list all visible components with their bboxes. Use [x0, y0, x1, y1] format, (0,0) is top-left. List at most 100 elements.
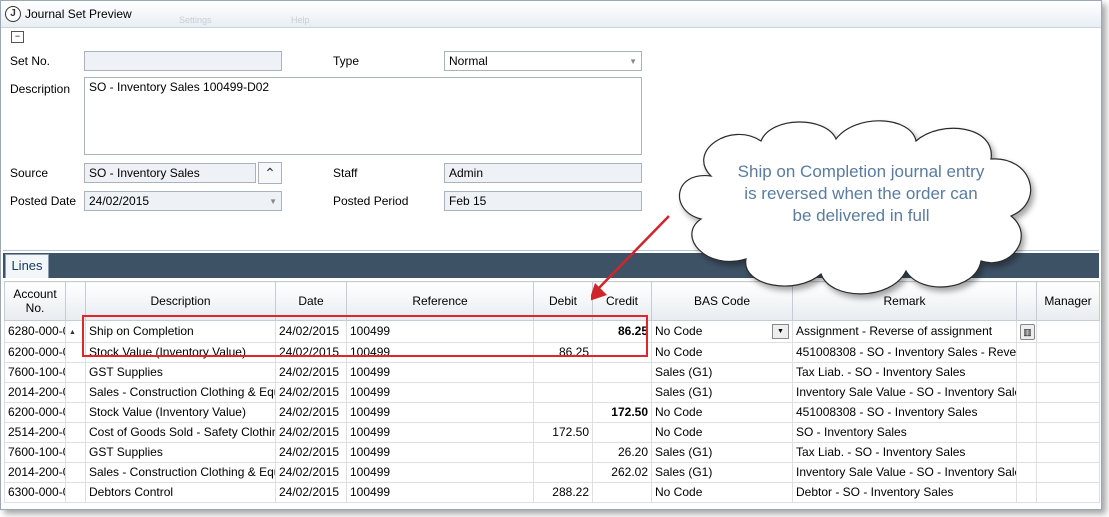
debit-cell[interactable]: [533, 362, 593, 383]
remark-cell[interactable]: 451008308 - SO - Inventory Sales - Rever…: [792, 342, 1017, 363]
credit-cell[interactable]: [592, 422, 652, 443]
table-row[interactable]: 6300-000-00 Debtors Control 24/02/2015 1004…: [4, 482, 1100, 503]
reference-cell[interactable]: 100499: [346, 382, 534, 403]
minus-box-icon[interactable]: −: [11, 31, 24, 43]
remark-cell[interactable]: Assignment - Reverse of assignment: [792, 320, 1017, 343]
row-indicator-cell[interactable]: [65, 462, 86, 483]
table-row[interactable]: 2014-200-00 Sales - Construction Clothing…: [4, 382, 1100, 403]
reference-cell[interactable]: 100499: [346, 422, 534, 443]
row-indicator-cell[interactable]: [65, 482, 86, 503]
credit-cell[interactable]: 172.50: [592, 402, 652, 423]
remark-cell[interactable]: Inventory Sale Value - SO - Inventory Sa…: [792, 462, 1017, 483]
reference-cell[interactable]: 100499: [346, 362, 534, 383]
credit-cell[interactable]: [592, 362, 652, 383]
col-account-no[interactable]: Account No.: [4, 281, 66, 321]
credit-cell[interactable]: [592, 482, 652, 503]
bas-code-cell[interactable]: No Code ▼: [651, 320, 793, 343]
action-cell[interactable]: [1016, 382, 1037, 403]
debit-cell[interactable]: 172.50: [533, 422, 593, 443]
debit-cell[interactable]: [533, 442, 593, 463]
manager-cell[interactable]: [1036, 482, 1100, 503]
table-row[interactable]: 6200-000-00 Stock Value (Inventory Value)…: [4, 402, 1100, 423]
account-cell[interactable]: 6200-000-00: [4, 402, 66, 423]
date-cell[interactable]: 24/02/2015: [275, 422, 347, 443]
description-textarea[interactable]: SO - Inventory Sales 100499-D02: [84, 77, 642, 155]
manager-cell[interactable]: [1036, 320, 1100, 343]
manager-cell[interactable]: [1036, 342, 1100, 363]
table-row[interactable]: 2514-200-00 Cost of Goods Sold - Safety C…: [4, 422, 1100, 443]
credit-cell[interactable]: 26.20: [592, 442, 652, 463]
description-cell[interactable]: GST Supplies: [85, 362, 276, 383]
bas-code-cell[interactable]: Sales (G1): [651, 442, 793, 463]
manager-cell[interactable]: [1036, 382, 1100, 403]
bas-code-cell[interactable]: Sales (G1): [651, 462, 793, 483]
reference-cell[interactable]: 100499: [346, 402, 534, 423]
date-cell[interactable]: 24/02/2015: [275, 482, 347, 503]
description-cell[interactable]: Sales - Construction Clothing & Equipme: [85, 462, 276, 483]
row-indicator-cell[interactable]: [65, 382, 86, 403]
action-cell[interactable]: [1016, 342, 1037, 363]
bas-code-cell[interactable]: Sales (G1): [651, 382, 793, 403]
date-cell[interactable]: 24/02/2015: [275, 402, 347, 423]
manager-cell[interactable]: [1036, 462, 1100, 483]
manager-cell[interactable]: [1036, 442, 1100, 463]
description-cell[interactable]: Sales - Construction Clothing & Equipme: [85, 382, 276, 403]
bas-code-cell[interactable]: Sales (G1): [651, 362, 793, 383]
account-cell[interactable]: 2014-200-00: [4, 462, 66, 483]
remark-cell[interactable]: Debtor - SO - Inventory Sales: [792, 482, 1017, 503]
table-row[interactable]: 2014-200-00 Sales - Construction Clothing…: [4, 462, 1100, 483]
remark-cell[interactable]: Tax Liab. - SO - Inventory Sales: [792, 442, 1017, 463]
remark-cell[interactable]: Inventory Sale Value - SO - Inventory Sa…: [792, 382, 1017, 403]
action-cell[interactable]: [1016, 462, 1037, 483]
table-row[interactable]: 7600-100-00 GST Supplies 24/02/2015 100499 S…: [4, 362, 1100, 383]
tab-lines[interactable]: Lines: [5, 254, 49, 278]
bas-code-cell[interactable]: No Code: [651, 482, 793, 503]
manager-cell[interactable]: [1036, 402, 1100, 423]
source-field[interactable]: SO - Inventory Sales: [84, 163, 256, 183]
row-indicator-cell[interactable]: [65, 402, 86, 423]
account-cell[interactable]: 7600-100-00: [4, 362, 66, 383]
debit-cell[interactable]: [533, 402, 593, 423]
set-no-field[interactable]: [84, 51, 282, 71]
account-cell[interactable]: 6200-000-00: [4, 342, 66, 363]
date-cell[interactable]: 24/02/2015: [275, 462, 347, 483]
action-cell[interactable]: [1016, 402, 1037, 423]
remark-cell[interactable]: Tax Liab. - SO - Inventory Sales: [792, 362, 1017, 383]
row-indicator-cell[interactable]: [65, 362, 86, 383]
account-cell[interactable]: 6300-000-00: [4, 482, 66, 503]
description-cell[interactable]: Stock Value (Inventory Value): [85, 402, 276, 423]
credit-cell[interactable]: 262.02: [592, 462, 652, 483]
debit-cell[interactable]: [533, 382, 593, 403]
account-cell[interactable]: 6280-000-00: [4, 320, 66, 343]
bas-code-cell[interactable]: No Code: [651, 402, 793, 423]
action-cell[interactable]: [1016, 442, 1037, 463]
manager-cell[interactable]: [1036, 362, 1100, 383]
account-cell[interactable]: 7600-100-00: [4, 442, 66, 463]
description-cell[interactable]: Debtors Control: [85, 482, 276, 503]
reference-cell[interactable]: 100499: [346, 442, 534, 463]
type-select[interactable]: Normal ▼: [444, 51, 642, 71]
action-cell[interactable]: [1016, 422, 1037, 443]
row-indicator-cell[interactable]: [65, 422, 86, 443]
bas-code-cell[interactable]: No Code: [651, 342, 793, 363]
reference-cell[interactable]: 100499: [346, 462, 534, 483]
description-cell[interactable]: GST Supplies: [85, 442, 276, 463]
date-cell[interactable]: 24/02/2015: [275, 442, 347, 463]
remark-cell[interactable]: SO - Inventory Sales: [792, 422, 1017, 443]
bas-code-cell[interactable]: No Code: [651, 422, 793, 443]
date-cell[interactable]: 24/02/2015: [275, 362, 347, 383]
trash-icon[interactable]: ▥: [1020, 324, 1035, 340]
reference-cell[interactable]: 100499: [346, 482, 534, 503]
action-cell[interactable]: ▥: [1016, 320, 1037, 343]
debit-cell[interactable]: 288.22: [533, 482, 593, 503]
chevron-up-icon[interactable]: ⌃: [258, 162, 282, 184]
date-cell[interactable]: 24/02/2015: [275, 382, 347, 403]
account-cell[interactable]: 2514-200-00: [4, 422, 66, 443]
posted-date-field[interactable]: 24/02/2015 ▼: [84, 191, 282, 211]
remark-cell[interactable]: 451008308 - SO - Inventory Sales: [792, 402, 1017, 423]
debit-cell[interactable]: [533, 462, 593, 483]
row-indicator-cell[interactable]: [65, 442, 86, 463]
chevron-down-icon[interactable]: ▼: [772, 324, 789, 339]
table-row[interactable]: 7600-100-00 GST Supplies 24/02/2015 100499 2…: [4, 442, 1100, 463]
credit-cell[interactable]: [592, 382, 652, 403]
